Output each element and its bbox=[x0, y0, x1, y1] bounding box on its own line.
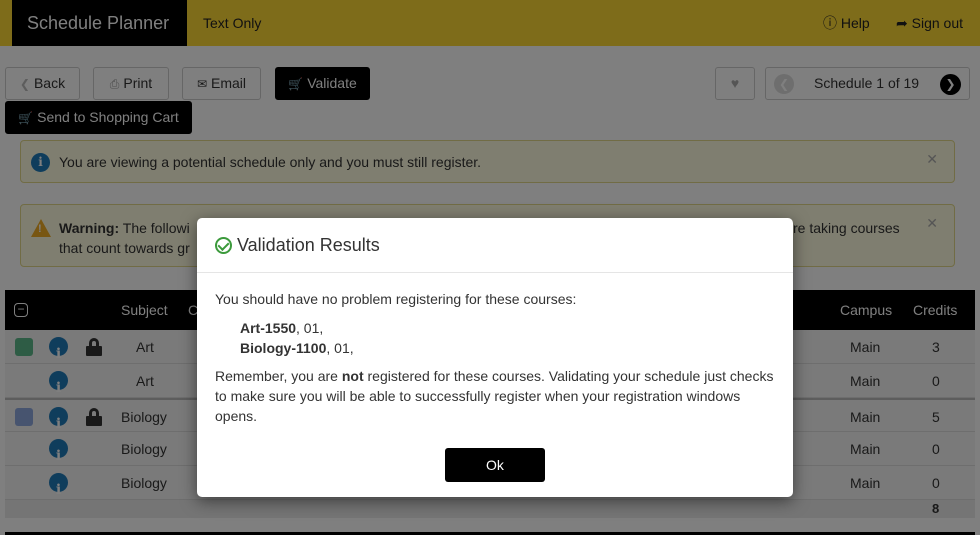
note-emphasis: not bbox=[341, 368, 364, 384]
ok-button[interactable]: Ok bbox=[445, 448, 545, 482]
note-text: Remember, you are bbox=[215, 368, 342, 384]
course-item: Art-1550, 01, bbox=[240, 318, 775, 338]
modal-title: Validation Results bbox=[237, 235, 380, 255]
course-code: Art-1550 bbox=[240, 320, 297, 336]
course-list: Art-1550, 01, Biology-1100, 01, bbox=[215, 318, 775, 358]
modal-note: Remember, you are not registered for the… bbox=[215, 366, 775, 426]
modal-body: You should have no problem registering f… bbox=[197, 273, 793, 442]
check-circle-icon bbox=[215, 237, 232, 254]
course-section: , 01, bbox=[296, 320, 324, 336]
modal-header: Validation Results bbox=[197, 218, 793, 273]
course-code: Biology-1100 bbox=[240, 340, 327, 356]
validation-modal: Validation Results You should have no pr… bbox=[197, 218, 793, 497]
course-item: Biology-1100, 01, bbox=[240, 338, 775, 358]
modal-intro: You should have no problem registering f… bbox=[215, 291, 577, 307]
course-section: , 01, bbox=[326, 340, 354, 356]
